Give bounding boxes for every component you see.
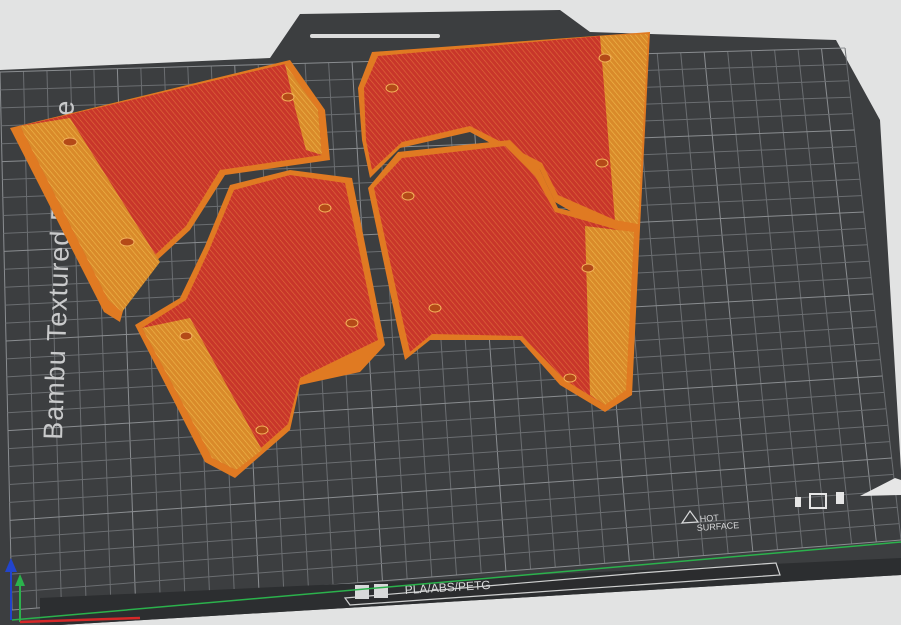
build-plate-scene[interactable]: PLA/ABS/PETG HOT SURFACE Bambu Textured … — [0, 0, 901, 625]
3d-viewport[interactable]: PLA/ABS/PETG HOT SURFACE Bambu Textured … — [0, 0, 901, 625]
plate-handle-bar — [310, 34, 440, 38]
plate-icon-3 — [836, 492, 844, 504]
plate-icon-1 — [795, 497, 801, 507]
